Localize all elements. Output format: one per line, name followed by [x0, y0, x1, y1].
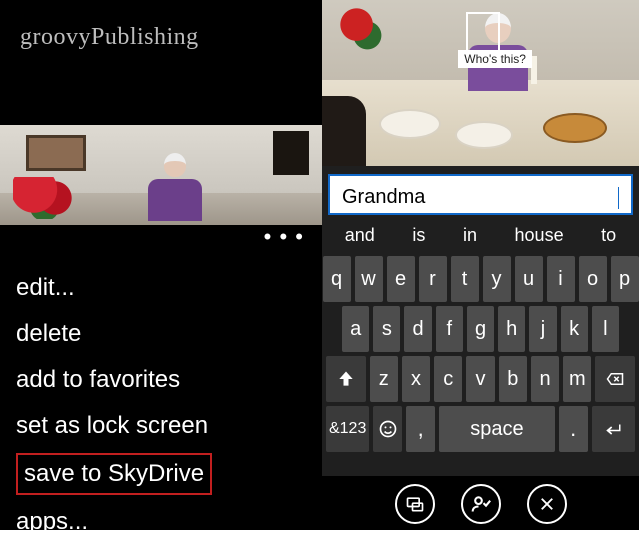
- app-bar: [322, 476, 639, 530]
- suggestion-to[interactable]: to: [593, 225, 624, 246]
- photo-thumbnail[interactable]: [0, 125, 322, 225]
- key-p[interactable]: p: [611, 256, 639, 302]
- key-x[interactable]: x: [402, 356, 430, 402]
- accept-button[interactable]: [461, 484, 501, 524]
- key-s[interactable]: s: [373, 306, 400, 352]
- menu-item-edit[interactable]: edit...: [16, 265, 306, 311]
- accept-icon: [471, 494, 491, 514]
- context-menu: edit...deleteadd to favoritesset as lock…: [0, 259, 322, 545]
- key-emoji[interactable]: [373, 406, 402, 452]
- cancel-icon: [538, 495, 556, 513]
- scene-poinsettia: [13, 177, 83, 219]
- menu-item-delete[interactable]: delete: [16, 311, 306, 357]
- appbar-ellipsis-row: • • •: [0, 225, 322, 259]
- cancel-button[interactable]: [527, 484, 567, 524]
- key-c[interactable]: c: [434, 356, 462, 402]
- key-shift[interactable]: [326, 356, 366, 402]
- text-caret: [618, 187, 619, 209]
- scene-foreground-person: [322, 96, 366, 166]
- shift-icon: [336, 369, 356, 389]
- suggestion-is[interactable]: is: [404, 225, 433, 246]
- enter-icon: [602, 420, 624, 438]
- menu-item-set-as-lock-screen[interactable]: set as lock screen: [16, 403, 306, 449]
- scene-poinsettia: [335, 3, 389, 57]
- menu-item-apps[interactable]: apps...: [16, 499, 306, 545]
- key-f[interactable]: f: [436, 306, 463, 352]
- key-g[interactable]: g: [467, 306, 494, 352]
- key-h[interactable]: h: [498, 306, 525, 352]
- key-space[interactable]: space: [439, 406, 555, 452]
- key-a[interactable]: a: [342, 306, 369, 352]
- key-symbols[interactable]: &123: [326, 406, 369, 452]
- scene-person: [148, 153, 202, 221]
- key-q[interactable]: q: [323, 256, 351, 302]
- key-enter[interactable]: [592, 406, 635, 452]
- key-k[interactable]: k: [561, 306, 588, 352]
- key-comma[interactable]: ,: [406, 406, 435, 452]
- key-d[interactable]: d: [404, 306, 431, 352]
- key-j[interactable]: j: [529, 306, 556, 352]
- key-period[interactable]: .: [559, 406, 588, 452]
- key-z[interactable]: z: [370, 356, 398, 402]
- key-v[interactable]: v: [466, 356, 494, 402]
- right-phone-screen: Who's this? andisinhouseto qwertyuiop as…: [322, 0, 639, 530]
- name-input[interactable]: [342, 186, 616, 209]
- left-phone-screen: groovyPublishing • • • edit...deleteadd …: [0, 0, 322, 530]
- key-o[interactable]: o: [579, 256, 607, 302]
- scene-dark-frame: [273, 131, 309, 175]
- key-y[interactable]: y: [483, 256, 511, 302]
- key-r[interactable]: r: [419, 256, 447, 302]
- key-i[interactable]: i: [547, 256, 575, 302]
- key-l[interactable]: l: [592, 306, 619, 352]
- scene-casserole: [543, 113, 607, 143]
- keyboard-suggestion-bar: andis in houseto: [322, 215, 639, 256]
- scene-candle: [531, 56, 537, 84]
- face-tag-prompt[interactable]: Who's this?: [458, 50, 532, 68]
- suggestion-in[interactable]: in: [455, 225, 485, 246]
- emoji-icon: [378, 419, 398, 439]
- key-b[interactable]: b: [499, 356, 527, 402]
- key-n[interactable]: n: [531, 356, 559, 402]
- menu-item-save-to-skydrive[interactable]: save to SkyDrive: [16, 453, 212, 495]
- scene-picture-frame: [26, 135, 86, 171]
- key-u[interactable]: u: [515, 256, 543, 302]
- photo-large[interactable]: Who's this?: [322, 0, 639, 166]
- key-m[interactable]: m: [563, 356, 591, 402]
- name-input-container: [328, 174, 633, 215]
- tag-icon: [405, 494, 425, 514]
- suggestion-house[interactable]: house: [507, 225, 572, 246]
- tag-button[interactable]: [395, 484, 435, 524]
- suggestion-and[interactable]: and: [337, 225, 383, 246]
- watermark-text: groovyPublishing: [0, 0, 322, 51]
- backspace-icon: [604, 370, 626, 388]
- key-backspace[interactable]: [595, 356, 635, 402]
- key-t[interactable]: t: [451, 256, 479, 302]
- menu-item-add-to-favorites[interactable]: add to favorites: [16, 357, 306, 403]
- more-icon[interactable]: • • •: [264, 224, 304, 249]
- key-e[interactable]: e: [387, 256, 415, 302]
- face-detection-box[interactable]: [466, 12, 500, 52]
- key-w[interactable]: w: [355, 256, 383, 302]
- on-screen-keyboard: qwertyuiop asdfghjkl zxcvbnm &123,space.: [322, 256, 639, 456]
